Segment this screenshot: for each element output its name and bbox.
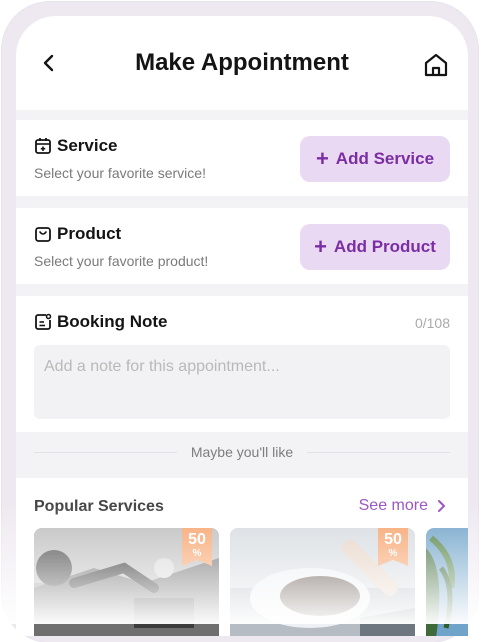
- service-card-exercise[interactable]: 50 %: [34, 528, 219, 636]
- suggestion-label: Maybe you'll like: [190, 444, 294, 460]
- discount-unit: %: [388, 548, 398, 559]
- add-service-button[interactable]: + Add Service: [300, 136, 450, 182]
- character-counter: 0/108: [414, 315, 450, 331]
- service-title: Service: [57, 136, 118, 155]
- popular-services-section: Popular Services See more 50 % 50 %: [16, 478, 468, 636]
- discount-value: 50: [384, 531, 402, 548]
- home-icon[interactable]: [422, 51, 450, 79]
- calendar-plus-icon: [35, 138, 51, 154]
- product-subtitle: Select your favorite product!: [34, 253, 209, 269]
- popular-services-title: Popular Services: [34, 498, 164, 515]
- product-card: Product Select your favorite product! + …: [16, 208, 468, 284]
- product-title: Product: [57, 224, 122, 243]
- see-more-label: See more: [358, 497, 428, 514]
- note-edit-icon: [35, 313, 52, 330]
- service-carousel: 50 % 50 %: [34, 528, 468, 636]
- screen: Make Appointment Service Select your fav: [16, 16, 468, 636]
- back-icon[interactable]: [38, 52, 60, 74]
- discount-unit: %: [192, 548, 202, 559]
- page-title: Make Appointment: [135, 49, 349, 76]
- service-card: Service Select your favorite service! + …: [16, 120, 468, 196]
- see-more-link[interactable]: See more: [359, 497, 446, 515]
- discount-value: 50: [188, 531, 206, 548]
- booking-note-card: Booking Note 0/108 Add a note for this a…: [16, 296, 468, 432]
- service-card-palm[interactable]: [426, 528, 468, 636]
- add-product-label: Add Product: [333, 237, 436, 256]
- plus-icon: +: [314, 234, 327, 259]
- shopping-bag-icon: [35, 227, 51, 242]
- product-heading: Product: [34, 224, 121, 244]
- add-service-label: Add Service: [335, 149, 435, 168]
- suggestion-divider: Maybe you'll like: [34, 442, 450, 462]
- booking-note-heading: Booking Note: [34, 312, 168, 332]
- app-header: Make Appointment: [16, 16, 468, 110]
- divider-line: [34, 451, 177, 453]
- add-product-button[interactable]: + Add Product: [300, 224, 450, 270]
- palm-tree-photo: [426, 528, 468, 636]
- service-subtitle: Select your favorite service!: [34, 165, 206, 181]
- booking-note-input[interactable]: Add a note for this appointment...: [34, 345, 450, 419]
- plus-icon: +: [315, 146, 329, 171]
- service-heading: Service: [34, 136, 118, 156]
- chevron-right-icon: [438, 500, 445, 512]
- phone-frame: Make Appointment Service Select your fav: [2, 2, 478, 642]
- service-card-hair-wash[interactable]: 50 %: [230, 528, 415, 636]
- divider-line: [307, 451, 450, 453]
- booking-note-title: Booking Note: [57, 312, 168, 331]
